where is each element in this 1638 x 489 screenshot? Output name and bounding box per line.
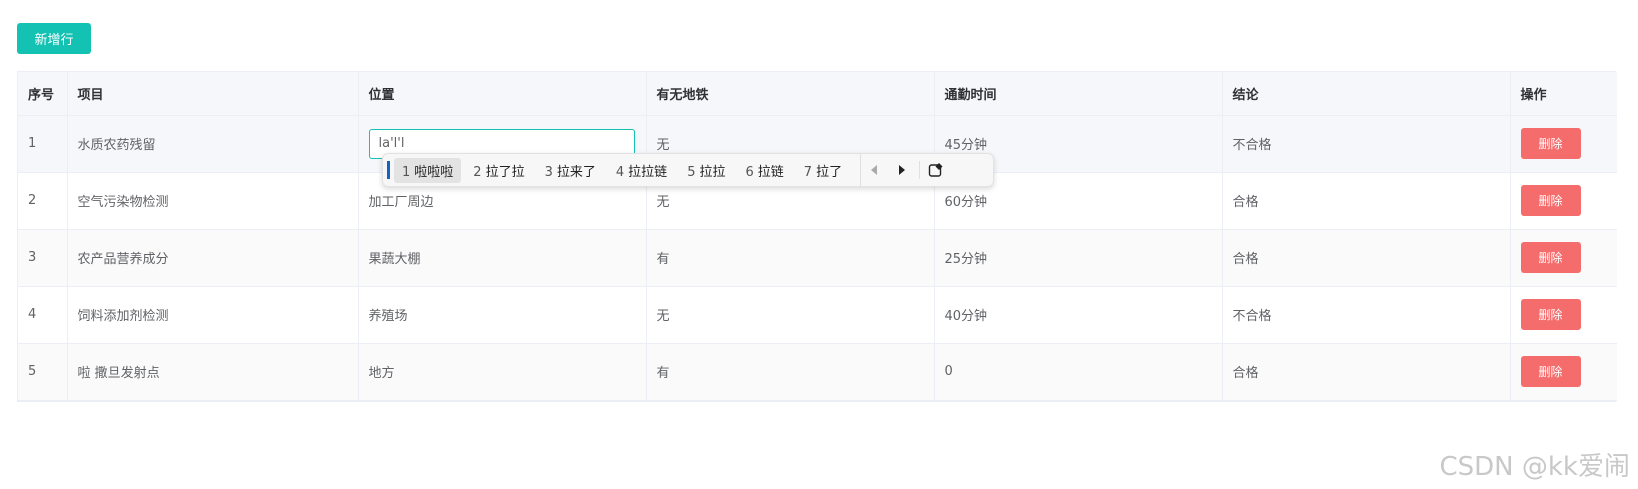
cell-commute[interactable]: 25分钟 — [934, 229, 1223, 287]
table-row[interactable]: 4 饲料添加剂检测 养殖场 无 40分钟 不合格 删除 — [18, 286, 1617, 344]
cell-actions: 删除 — [1510, 343, 1617, 401]
cell-index: 2 — [18, 172, 68, 230]
cell-result[interactable]: 合格 — [1222, 343, 1511, 401]
ime-candidate[interactable]: 5 拉拉 — [679, 158, 733, 183]
cell-result[interactable]: 合格 — [1222, 172, 1511, 230]
prev-page-icon[interactable] — [871, 165, 878, 175]
cell-index: 5 — [18, 343, 68, 401]
next-page-icon[interactable] — [899, 165, 906, 175]
header-result: 结论 — [1222, 72, 1511, 116]
cell-actions: 删除 — [1510, 115, 1617, 173]
ime-candidate[interactable]: 2 拉了拉 — [465, 158, 532, 183]
cell-actions: 删除 — [1510, 172, 1617, 230]
watermark: CSDN @kk爱闹 — [1439, 452, 1630, 482]
cell-result[interactable]: 不合格 — [1222, 286, 1511, 344]
header-location: 位置 — [358, 72, 647, 116]
header-item: 项目 — [67, 72, 359, 116]
delete-button[interactable]: 删除 — [1520, 185, 1581, 216]
ime-candidate[interactable]: 1 啦啦啦 — [394, 157, 462, 183]
delete-button[interactable]: 删除 — [1520, 356, 1581, 387]
cell-actions: 删除 — [1510, 286, 1617, 344]
delete-button[interactable]: 删除 — [1520, 128, 1581, 159]
header-actions: 操作 — [1510, 72, 1617, 116]
ime-candidate[interactable]: 3 拉来了 — [537, 158, 604, 183]
cell-commute[interactable]: 0 — [934, 343, 1223, 401]
ime-candidate[interactable]: 4 拉拉链 — [608, 158, 675, 183]
add-row-button[interactable]: 新增行 — [17, 23, 91, 54]
cell-item[interactable]: 啦 撒旦发射点 — [67, 343, 359, 401]
cell-item[interactable]: 水质农药残留 — [67, 115, 359, 173]
cell-subway[interactable]: 有 — [646, 229, 935, 287]
cell-location[interactable]: 果蔬大棚 — [358, 229, 647, 287]
delete-button[interactable]: 删除 — [1520, 299, 1581, 330]
delete-button[interactable]: 删除 — [1520, 242, 1581, 273]
cell-item[interactable]: 饲料添加剂检测 — [67, 286, 359, 344]
cell-actions: 删除 — [1510, 229, 1617, 287]
cell-index: 1 — [18, 115, 68, 173]
header-index: 序号 — [18, 72, 68, 116]
header-subway: 有无地铁 — [646, 72, 935, 116]
cell-location[interactable]: 地方 — [358, 343, 647, 401]
table-header-row: 序号 项目 位置 有无地铁 通勤时间 结论 操作 — [18, 72, 1617, 116]
table-row[interactable]: 3 农产品营养成分 果蔬大棚 有 25分钟 合格 删除 — [18, 229, 1617, 287]
ime-candidate[interactable]: 6 拉链 — [737, 158, 791, 183]
ime-pager — [860, 154, 946, 186]
ime-caret — [387, 161, 390, 179]
cell-result[interactable]: 不合格 — [1222, 115, 1511, 173]
page: 新增行 序号 项目 位置 有无地铁 通勤时间 结论 操作 1 水质农药残留 la… — [0, 0, 1638, 489]
cell-index: 4 — [18, 286, 68, 344]
cell-item[interactable]: 空气污染物检测 — [67, 172, 359, 230]
cell-result[interactable]: 合格 — [1222, 229, 1511, 287]
data-table: 序号 项目 位置 有无地铁 通勤时间 结论 操作 1 水质农药残留 无 — [17, 71, 1617, 402]
cell-item[interactable]: 农产品营养成分 — [67, 229, 359, 287]
ime-candidate-bar: 1 啦啦啦 2 拉了拉 3 拉来了 4 拉拉链 5 拉拉 6 拉链 7 拉了 — [382, 153, 994, 187]
ime-candidate[interactable]: 7 拉了 — [796, 158, 850, 183]
table-row[interactable]: 5 啦 撒旦发射点 地方 有 0 合格 删除 — [18, 343, 1617, 401]
ime-toolbox-icon[interactable] — [919, 161, 946, 179]
cell-index: 3 — [18, 229, 68, 287]
cell-subway[interactable]: 有 — [646, 343, 935, 401]
cell-commute[interactable]: 40分钟 — [934, 286, 1223, 344]
cell-location[interactable]: 养殖场 — [358, 286, 647, 344]
cell-subway[interactable]: 无 — [646, 286, 935, 344]
header-commute: 通勤时间 — [934, 72, 1223, 116]
